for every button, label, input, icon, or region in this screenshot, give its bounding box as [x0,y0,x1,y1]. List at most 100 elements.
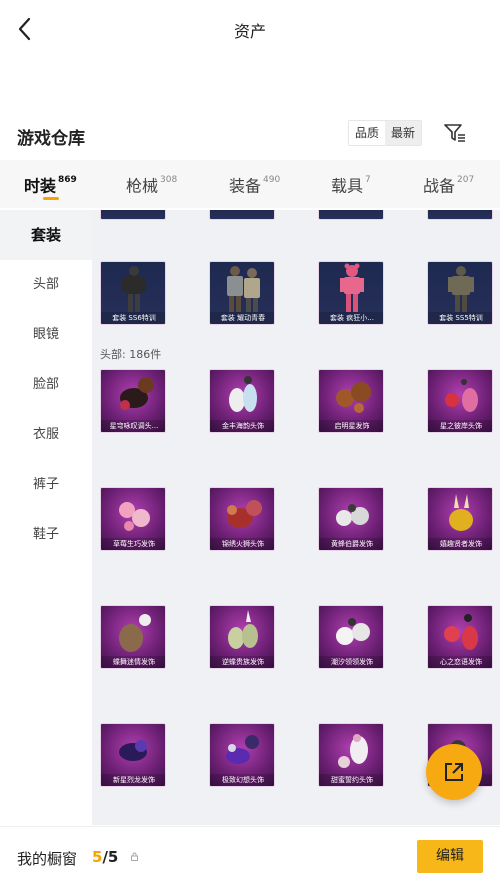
page-title: 资产 [233,22,266,41]
tab-count: 308 [160,175,178,185]
headwear-icon [336,504,369,526]
warehouse-title: 游戏仓库 [17,129,85,149]
head-item-card[interactable]: 心之恋语发饰 [427,605,493,669]
item-name: 草莓生巧发饰 [101,538,165,550]
suit-figure-icon [340,263,364,312]
item-name: 套装 SS5特训 [428,312,492,324]
item-name: 金丰海韵头饰 [210,420,274,432]
sort-quality-option[interactable]: 品质 [349,121,386,145]
suit-card[interactable]: 套装 SS6特训 [100,261,166,325]
showcase-count: 5/5 [92,848,118,866]
head-item-card[interactable]: 新星烈龙发饰 [100,723,166,787]
headwear-icon [338,734,368,768]
category-sidebar: 套装 头部 眼镜 脸部 衣服 裤子 鞋子 [0,210,92,825]
tab-count: 869 [58,175,77,185]
head-item-card[interactable]: 星之彼岸头饰 [427,369,493,433]
item-name: 极致幻想头饰 [210,774,274,786]
tab-label: 载具 [331,176,364,196]
tab-supplies[interactable]: 战备 207 [423,160,474,208]
head-item-card[interactable]: 黄蜂伯爵发饰 [318,487,384,551]
item-name: 锦绣火狮头饰 [210,538,274,550]
item-card-partial[interactable] [318,210,384,220]
item-card-partial[interactable] [209,210,275,220]
sort-newest-option[interactable]: 最新 [385,121,422,145]
showcase-bar: 我的橱窗 5/5 编辑 [0,826,500,885]
item-name: 新星烈龙发饰 [101,774,165,786]
item-name: 套装 耀动青春 [210,312,274,324]
head-item-card[interactable]: 甜蜜誓约头饰 [318,723,384,787]
headwear-icon [444,614,478,650]
suit-card[interactable]: 套装 疯狂小... [318,261,384,325]
item-name: 逆蝶贵族发饰 [210,656,274,668]
sidebar-item-head[interactable]: 头部 [0,260,92,310]
item-name: 甜蜜誓约头饰 [319,774,383,786]
tab-count: 490 [263,175,281,185]
sidebar-item-glasses[interactable]: 眼镜 [0,310,92,360]
showcase-label: 我的橱窗 [17,850,78,868]
tab-count: 207 [457,175,475,185]
top-bar: 资产 [0,0,500,58]
item-grid: 套装 SS6特训 套装 耀动青春 套装 疯狂小... 套装 SS5特训 头部: … [92,210,500,825]
headwear-icon [120,377,154,410]
headwear-icon [336,618,370,645]
lock-icon [131,852,138,861]
tab-outfit[interactable]: 时装 869 [24,160,77,208]
tab-label: 枪械 [126,176,159,196]
category-tabs: 时装 869 枪械 308 装备 490 载具 7 战备 207 [0,160,500,208]
head-item-card[interactable]: 启明星发饰 [318,369,384,433]
showcase-current: 5 [92,848,103,866]
sidebar-item-shoes[interactable]: 鞋子 [0,510,92,560]
headwear-icon [226,735,259,764]
headwear-icon [228,610,258,649]
head-item-card[interactable]: 星穹咏叹调头... [100,369,166,433]
item-name: 心之恋语发饰 [428,656,492,668]
suit-card[interactable]: 套装 耀动青春 [209,261,275,325]
head-item-card[interactable]: 潮汐领领发饰 [318,605,384,669]
head-item-card[interactable]: 金丰海韵头饰 [209,369,275,433]
head-item-card[interactable]: 草莓生巧发饰 [100,487,166,551]
suit-figure-icon [122,266,146,312]
tab-label: 装备 [229,176,262,196]
sidebar-item-clothes[interactable]: 衣服 [0,410,92,460]
item-name: 启明星发饰 [319,420,383,432]
headwear-icon [449,494,473,531]
item-name: 星穹咏叹调头... [101,420,165,432]
sort-toggle: 品质 最新 [348,120,423,146]
headwear-icon [119,740,147,761]
tab-vehicles[interactable]: 载具 7 [331,160,371,208]
sidebar-item-pants[interactable]: 裤子 [0,460,92,510]
item-card-partial[interactable] [427,210,493,220]
share-out-icon [445,763,463,781]
headwear-icon [119,502,150,531]
headwear-icon [229,376,257,412]
tab-gear[interactable]: 装备 490 [229,160,280,208]
sidebar-item-suits[interactable]: 套装 [0,210,92,260]
headwear-icon [119,614,151,652]
suit-figure-icon [227,266,260,312]
head-item-card[interactable]: 极致幻想头饰 [209,723,275,787]
tab-label: 战备 [423,176,456,196]
item-name: 黄蜂伯爵发饰 [319,538,383,550]
section-label: 头部: 186件 [100,348,162,361]
filter-icon[interactable] [442,120,468,146]
head-item-card[interactable]: 逆蝶贵族发饰 [209,605,275,669]
item-card-partial[interactable] [100,210,166,220]
sidebar-item-face[interactable]: 脸部 [0,360,92,410]
head-item-card[interactable]: 蝶舞迷情发饰 [100,605,166,669]
head-item-card[interactable]: 嬉趣贤者发饰 [427,487,493,551]
tab-label: 时装 [24,176,57,196]
suit-figure-icon [448,266,474,312]
showcase-total: /5 [102,848,119,866]
item-name: 蝶舞迷情发饰 [101,656,165,668]
headwear-icon [336,382,371,413]
item-name: 潮汐领领发饰 [319,656,383,668]
edit-button[interactable]: 编辑 [417,840,483,873]
suit-card[interactable]: 套装 SS5特训 [427,261,493,325]
tab-guns[interactable]: 枪械 308 [126,160,177,208]
headwear-icon [445,379,478,412]
item-name: 嬉趣贤者发饰 [428,538,492,550]
item-name: 星之彼岸头饰 [428,420,492,432]
share-button[interactable] [426,744,482,800]
tab-count: 7 [365,175,371,185]
head-item-card[interactable]: 锦绣火狮头饰 [209,487,275,551]
